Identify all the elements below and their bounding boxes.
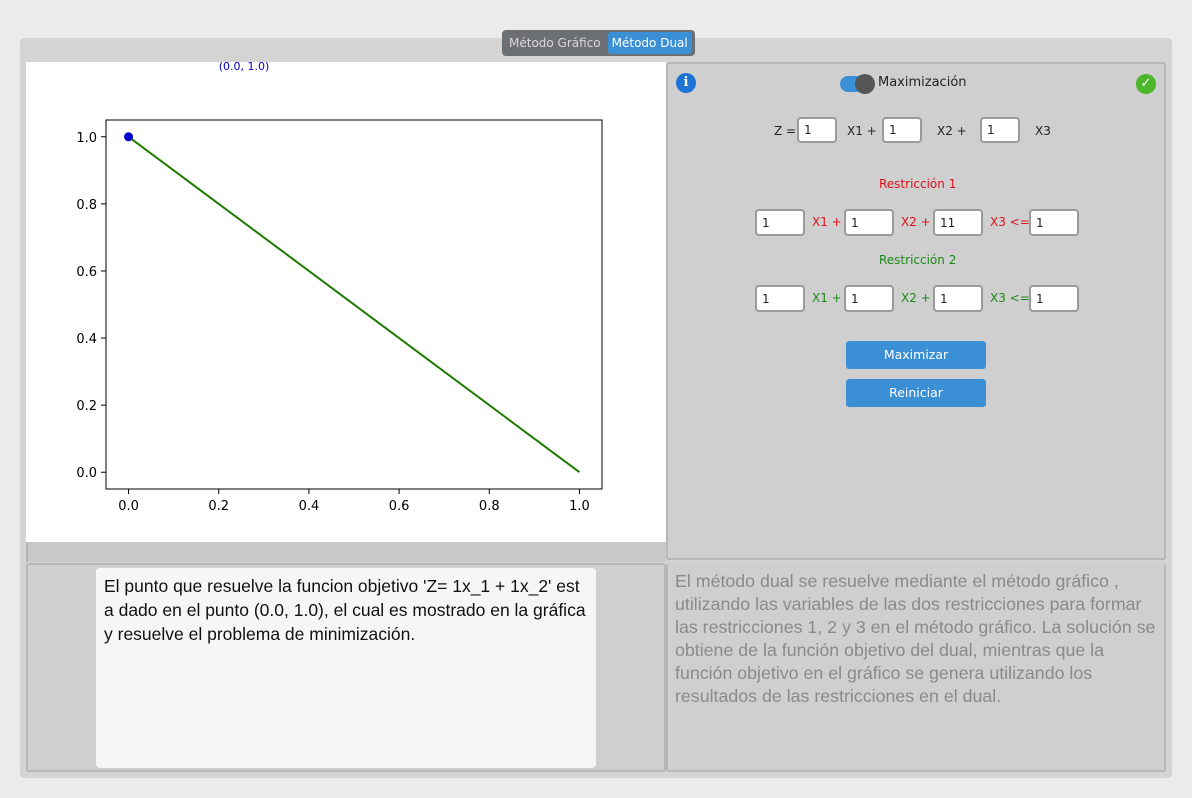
r1-x3-label: X3 <=: [990, 215, 1030, 229]
info-icon[interactable]: i: [676, 73, 696, 93]
plot-strip: [26, 542, 666, 562]
z-label: Z =: [774, 124, 797, 138]
r1-x2-label: X2 +: [901, 215, 931, 229]
x-tick-label: 1.0: [569, 499, 590, 514]
reset-button[interactable]: Reiniciar: [846, 379, 986, 407]
x-tick-label: 0.0: [118, 499, 139, 514]
r2-coeff-x1-input[interactable]: [755, 285, 805, 312]
r2-x2-label: X2 +: [901, 291, 931, 305]
x-tick-label: 0.4: [299, 499, 320, 514]
restriction-1-title: Restricción 1: [879, 177, 957, 191]
explanation-text: El método dual se resuelve mediante el m…: [675, 571, 1156, 706]
y-tick-label: 0.2: [76, 399, 97, 414]
y-tick-label: 1.0: [76, 131, 97, 146]
explanation-panel: El método dual se resuelve mediante el m…: [666, 563, 1166, 772]
plot-area: 0.0 0.2 0.4 0.6 0.8 1.0 0.0 0.2 0.4 0.6 0.8 1.0 (0.0…: [26, 60, 666, 542]
maximize-button[interactable]: Maximizar: [846, 341, 986, 369]
chart: 0.0 0.2 0.4 0.6 0.8 1.0 0.0 0.2 0.4 0.6 0.8 1.0 (0.0…: [76, 60, 603, 514]
tab-metodo-grafico[interactable]: Método Gráfico: [505, 32, 605, 54]
z-coeff-x1-input[interactable]: [797, 117, 837, 143]
r1-coeff-x3-input[interactable]: [933, 209, 983, 236]
r1-x1-label: X1 +: [812, 215, 842, 229]
solution-point: [124, 132, 134, 142]
z-coeff-x3-input[interactable]: [980, 117, 1020, 143]
y-tick-label: 0.0: [76, 466, 97, 481]
r2-rhs-input[interactable]: [1029, 285, 1079, 312]
tab-metodo-dual[interactable]: Método Dual: [607, 32, 692, 54]
y-tick-label: 0.8: [76, 198, 97, 213]
y-tick-label: 0.4: [76, 332, 97, 347]
result-panel: El punto que resuelve la funcion objetiv…: [26, 563, 666, 772]
x-tick-label: 0.8: [479, 499, 500, 514]
x-tick-label: 0.6: [389, 499, 410, 514]
mode-label: Maximización: [878, 75, 967, 90]
x-tick-label: 0.2: [208, 499, 229, 514]
form-panel: i Maximización ✓ Z = X1 + X2 + X3 Restri…: [666, 62, 1166, 560]
z-x1-label: X1 +: [847, 124, 877, 138]
toggle-knob: [855, 74, 875, 94]
y-tick-label: 0.6: [76, 265, 97, 280]
r2-x3-label: X3 <=: [990, 291, 1030, 305]
check-icon: ✓: [1136, 74, 1156, 94]
z-x3-label: X3: [1035, 124, 1051, 138]
z-x2-label: X2 +: [937, 124, 967, 138]
point-annotation: (0.0, 1.0): [219, 62, 270, 73]
r1-rhs-input[interactable]: [1029, 209, 1079, 236]
restriction-2-title: Restricción 2: [879, 253, 957, 267]
r2-coeff-x2-input[interactable]: [844, 285, 894, 312]
r2-coeff-x3-input[interactable]: [933, 285, 983, 312]
series-line: [127, 135, 581, 474]
r1-coeff-x2-input[interactable]: [844, 209, 894, 236]
z-coeff-x2-input[interactable]: [882, 117, 922, 143]
r2-x1-label: X1 +: [812, 291, 842, 305]
mode-toggle[interactable]: [840, 74, 875, 94]
method-tabs: Método Gráfico Método Dual: [502, 30, 695, 56]
result-text: El punto que resuelve la funcion objetiv…: [96, 568, 596, 768]
r1-coeff-x1-input[interactable]: [755, 209, 805, 236]
